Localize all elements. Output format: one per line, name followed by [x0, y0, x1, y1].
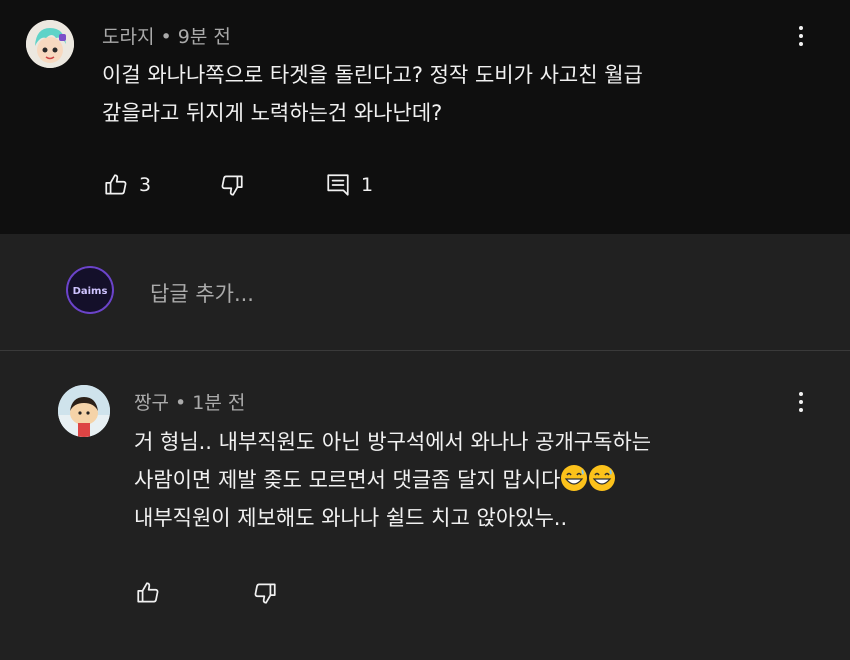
- reply-dislike-button[interactable]: [252, 580, 278, 606]
- comment-author-line: 도라지 • 9분 전: [102, 22, 231, 49]
- comment-icon: [327, 174, 349, 196]
- separator-dot: •: [175, 392, 193, 414]
- comment-author[interactable]: 도라지: [102, 26, 154, 48]
- reply-author-line: 짱구 • 1분 전: [134, 388, 245, 415]
- thumbs-up-icon: [105, 174, 127, 195]
- add-reply-input[interactable]: 답글 추가...: [150, 278, 254, 308]
- more-vertical-icon[interactable]: [789, 387, 813, 417]
- reply-line-with-emoji: 사람이면 제발 좆도 모르면서 댓글좀 달지 맙시다: [134, 461, 651, 499]
- reply-line: 거 형님.. 내부직원도 아닌 방구석에서 와나나 공개구독하는: [134, 430, 652, 454]
- more-vertical-icon[interactable]: [789, 21, 813, 51]
- top-comment: 도라지 • 9분 전 이걸 와나나쪽으로 타겟을 돌린다고? 정작 도비가 사고…: [0, 0, 850, 234]
- reply-count: 1: [361, 174, 374, 196]
- divider: [0, 350, 850, 351]
- reply-time: 1분 전: [192, 392, 246, 414]
- thumbs-down-icon: [221, 175, 243, 196]
- reply-button[interactable]: 1: [325, 172, 373, 198]
- avatar-logo-text: Daims: [73, 286, 108, 297]
- reply-like-button[interactable]: [135, 580, 161, 606]
- comment-body: 이걸 와나나쪽으로 타겟을 돌린다고? 정작 도비가 사고친 월급 갚을라고 뒤…: [102, 56, 643, 132]
- like-button[interactable]: 3: [103, 172, 151, 198]
- current-user-avatar: Daims: [66, 266, 114, 314]
- comment-line: 갚을라고 뒤지게 노력하는건 와나난데?: [102, 101, 443, 125]
- grinning-sweat-emoji: [589, 465, 616, 491]
- like-count: 3: [139, 174, 152, 196]
- reply-line: 사람이면 제발 좆도 모르면서 댓글좀 달지 맙시다: [134, 468, 561, 492]
- reply-body: 거 형님.. 내부직원도 아닌 방구석에서 와나나 공개구독하는 사람이면 제발…: [134, 423, 651, 537]
- separator-dot: •: [160, 26, 178, 48]
- thumbs-down-icon: [254, 583, 276, 604]
- reply-line: 내부직원이 제보해도 와나나 쉴드 치고 앉아있누..: [134, 506, 568, 530]
- dislike-button[interactable]: [219, 172, 245, 198]
- thumbs-up-icon: [137, 582, 159, 603]
- comment-time: 9분 전: [177, 26, 231, 48]
- comment-line: 이걸 와나나쪽으로 타겟을 돌린다고? 정작 도비가 사고친 월급: [102, 63, 643, 87]
- grinning-sweat-emoji: [561, 465, 588, 491]
- reply-author-avatar[interactable]: [58, 385, 110, 437]
- reply-author[interactable]: 짱구: [134, 392, 169, 414]
- commenter-avatar[interactable]: [26, 20, 74, 68]
